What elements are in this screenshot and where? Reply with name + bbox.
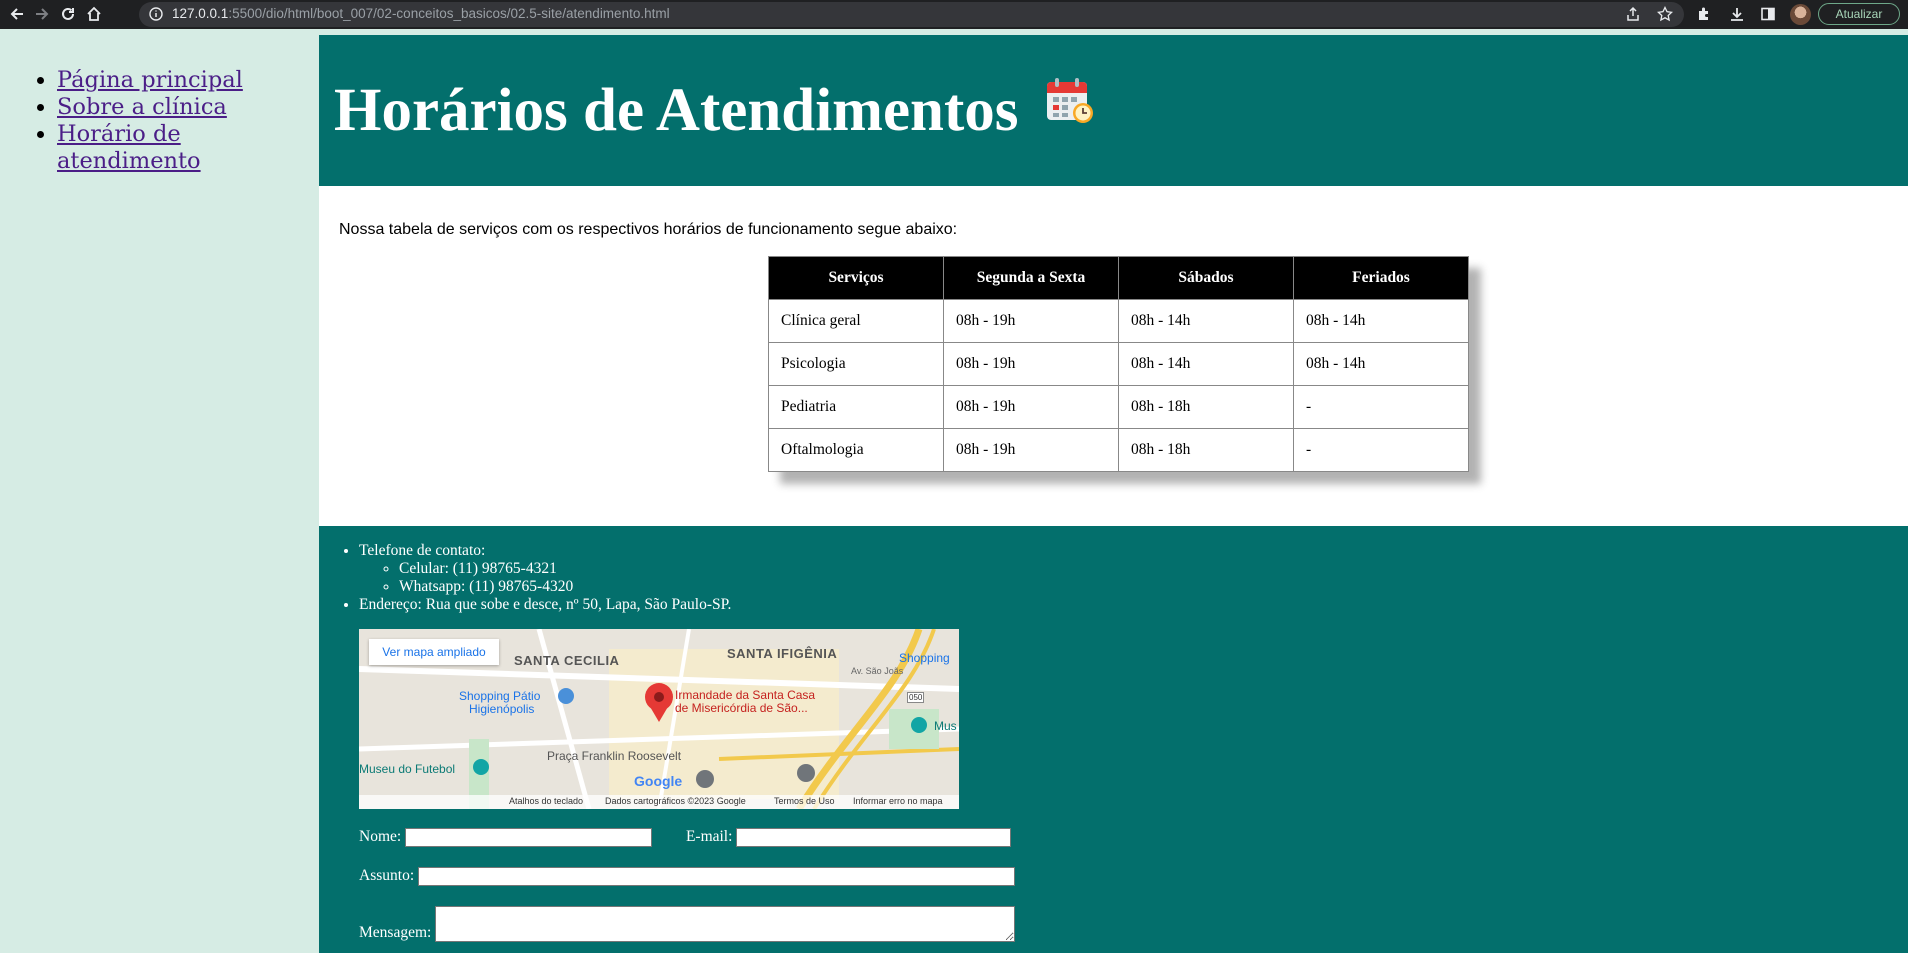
link-pagina-principal[interactable]: Página principal — [57, 67, 243, 93]
view-larger-map-button[interactable]: Ver mapa ampliado — [369, 639, 499, 665]
extensions-icon[interactable] — [1693, 3, 1715, 25]
update-button[interactable]: Atualizar — [1818, 3, 1900, 25]
map-data-credit: Dados cartográficos ©2023 Google — [605, 796, 746, 806]
map-label-road-shield: 050 — [907, 692, 925, 703]
form-row-subject: Assunto: — [359, 867, 1015, 886]
map-label-higienopolis: Higienópolis — [469, 702, 535, 716]
contact-address: Endereço: Rua que sobe e desce, nº 50, L… — [359, 596, 1908, 614]
table-cell: - — [1293, 385, 1469, 429]
map-terms[interactable]: Termos de Uso — [774, 796, 835, 806]
map-label-shopping-patio: Shopping Pátio — [459, 689, 541, 703]
table-header-row: Serviços Segunda a Sexta Sábados Feriado… — [768, 256, 1469, 300]
table-row: Clínica geral 08h - 19h 08h - 14h 08h - … — [768, 299, 1469, 343]
link-horario-atendimento[interactable]: Horário de atendimento — [57, 121, 201, 174]
contact-phone: Telefone de contato: Celular: (11) 98765… — [359, 542, 1908, 596]
table-cell: 08h - 19h — [943, 342, 1119, 386]
table-cell: 08h - 14h — [1293, 299, 1469, 343]
map-label-museu: Museu do Futebol — [359, 762, 456, 776]
table-header-cell: Sábados — [1118, 256, 1294, 300]
contact-list: Telefone de contato: Celular: (11) 98765… — [319, 542, 1908, 614]
side-panel-icon[interactable] — [1757, 3, 1779, 25]
profile-avatar[interactable] — [1790, 4, 1811, 25]
map-label-shopping: Shopping — [899, 651, 950, 665]
intro-text: Nossa tabela de serviços com os respecti… — [339, 221, 958, 238]
table-cell: Clínica geral — [768, 299, 944, 343]
table-cell: 08h - 14h — [1293, 342, 1469, 386]
map-report-error[interactable]: Informar erro no mapa — [853, 796, 943, 806]
back-icon[interactable] — [6, 3, 28, 25]
map-label-irmandade-2: de Misericórdia de São... — [675, 701, 808, 715]
sidebar-item-hours: Horário de atendimento — [57, 121, 319, 175]
table-row: Oftalmologia 08h - 19h 08h - 18h - — [768, 428, 1469, 472]
table-cell: 08h - 14h — [1118, 299, 1294, 343]
form-row-name-email: Nome: E-mail: — [359, 828, 1012, 847]
table-row: Psicologia 08h - 19h 08h - 14h 08h - 14h — [768, 342, 1469, 386]
map-label-mus: Mus — [934, 719, 957, 733]
map-label-irmandade-1: Irmandade da Santa Casa — [675, 688, 816, 702]
schedule-table: Serviços Segunda a Sexta Sábados Feriado… — [768, 256, 1469, 472]
table-cell: 08h - 19h — [943, 299, 1119, 343]
form-row-message: Mensagem: — [359, 906, 1016, 942]
email-input[interactable] — [736, 828, 1012, 847]
bookmark-star-icon[interactable] — [1654, 3, 1676, 25]
name-label: Nome: — [359, 828, 402, 846]
table-cell: Psicologia — [768, 342, 944, 386]
map-label-santa-cecilia: SANTA CECILIA — [514, 653, 620, 668]
table-header-cell: Serviços — [768, 256, 944, 300]
table-cell: 08h - 19h — [943, 385, 1119, 429]
message-textarea[interactable] — [435, 906, 1016, 942]
table-cell: 08h - 18h — [1118, 385, 1294, 429]
schedule-table-wrapper: Serviços Segunda a Sexta Sábados Feriado… — [768, 256, 1469, 472]
calendar-clock-icon — [1047, 78, 1093, 123]
map-footer-bar: Atalhos do teclado Dados cartográficos ©… — [359, 795, 959, 809]
name-input[interactable] — [405, 828, 653, 847]
sidebar-item-home: Página principal — [57, 67, 319, 94]
browser-toolbar: 127.0.0.1:5500/dio/html/boot_007/02-conc… — [0, 0, 1908, 29]
embedded-map[interactable]: Ver mapa ampliado SANTA CECILIA SANTA IF… — [359, 629, 959, 809]
map-label-praca: Praça Franklin Roosevelt — [547, 749, 682, 763]
sidebar-item-about: Sobre a clínica — [57, 94, 319, 121]
url-text: 127.0.0.1:5500/dio/html/boot_007/02-conc… — [172, 6, 670, 21]
table-cell: Pediatria — [768, 385, 944, 429]
sidebar-list: Página principal Sobre a clínica Horário… — [0, 67, 319, 175]
message-label: Mensagem: — [359, 924, 432, 941]
main-content: Nossa tabela de serviços com os respecti… — [319, 186, 1908, 526]
reload-icon[interactable] — [57, 3, 79, 25]
page-footer: Telefone de contato: Celular: (11) 98765… — [319, 526, 1908, 953]
forward-icon[interactable] — [31, 3, 53, 25]
table-cell: - — [1293, 428, 1469, 472]
table-cell: Oftalmologia — [768, 428, 944, 472]
contact-whatsapp: Whatsapp: (11) 98765-4320 — [399, 578, 1908, 596]
table-cell: 08h - 19h — [943, 428, 1119, 472]
map-label-avenue: Av. São Joãs — [851, 666, 904, 676]
table-row: Pediatria 08h - 19h 08h - 18h - — [768, 385, 1469, 429]
home-icon[interactable] — [83, 3, 105, 25]
contact-cell: Celular: (11) 98765-4321 — [399, 560, 1908, 578]
url-path: :5500/dio/html/boot_007/02-conceitos_bas… — [228, 6, 670, 21]
google-logo: Google — [634, 773, 683, 789]
site-info-icon[interactable] — [145, 3, 167, 25]
phone-label: Telefone de contato: — [359, 542, 486, 559]
table-header-cell: Feriados — [1293, 256, 1469, 300]
phone-sublist: Celular: (11) 98765-4321 Whatsapp: (11) … — [359, 560, 1908, 596]
page-title: Horários de Atendimentos — [334, 77, 1019, 144]
page-header: Horários de Atendimentos — [319, 35, 1908, 186]
table-header-cell: Segunda a Sexta — [943, 256, 1119, 300]
link-sobre-clinica[interactable]: Sobre a clínica — [57, 94, 227, 120]
subject-label: Assunto: — [359, 867, 415, 885]
download-icon[interactable] — [1726, 3, 1748, 25]
map-keyboard-shortcuts[interactable]: Atalhos do teclado — [509, 796, 583, 806]
map-label-santa-ifigenia: SANTA IFIGÊNIA — [727, 646, 838, 661]
url-host: 127.0.0.1 — [172, 6, 229, 21]
email-label: E-mail: — [685, 828, 733, 846]
table-cell: 08h - 18h — [1118, 428, 1294, 472]
sidebar-nav: Página principal Sobre a clínica Horário… — [0, 35, 319, 175]
subject-input[interactable] — [418, 867, 1015, 886]
share-icon[interactable] — [1622, 3, 1644, 25]
table-cell: 08h - 14h — [1118, 342, 1294, 386]
